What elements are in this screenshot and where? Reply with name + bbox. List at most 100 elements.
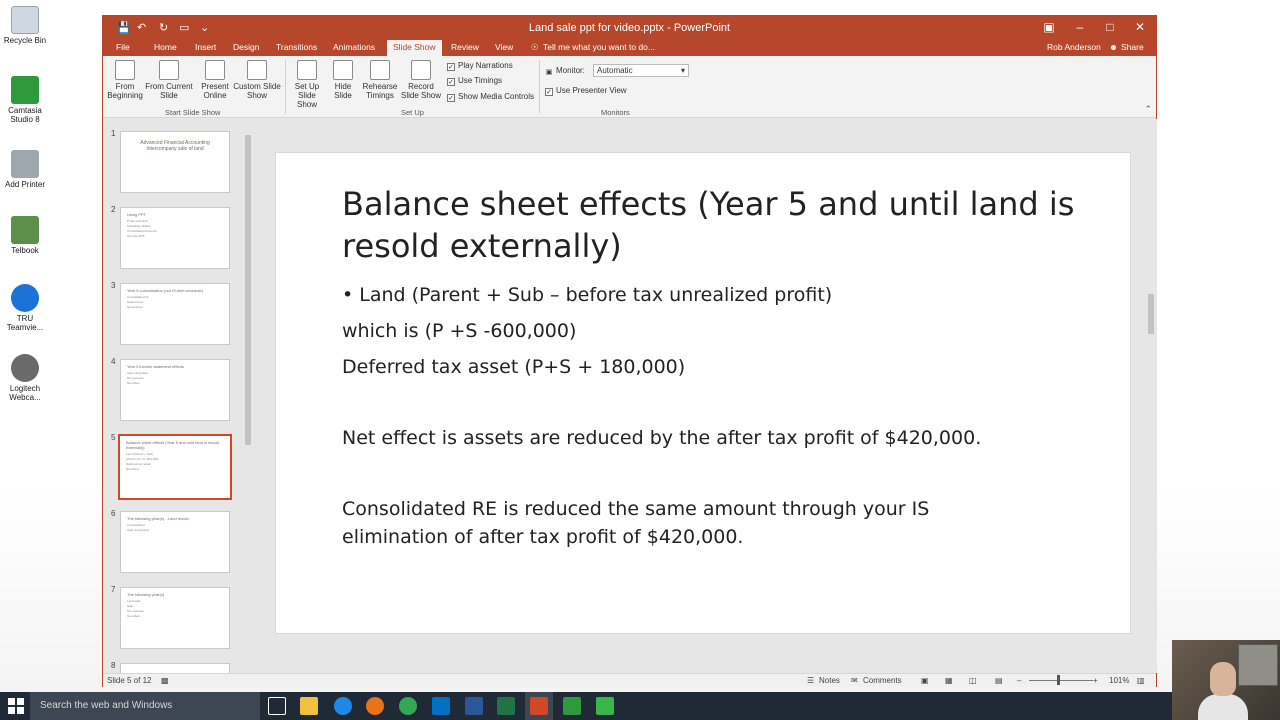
slide-thumbnail-5-selected[interactable]: Balance sheet effects (Year 5 and until … <box>118 434 232 500</box>
collapse-ribbon-icon[interactable]: ⌃ <box>1144 104 1152 115</box>
thumb-line: Consolidated <box>127 523 145 527</box>
edge-icon[interactable] <box>334 697 352 715</box>
tab-insert[interactable]: Insert <box>195 42 216 52</box>
slide-scrollbar[interactable] <box>1145 119 1157 673</box>
checkmark-icon: ✓ <box>447 63 455 71</box>
thumbnail-scrollbar-thumb[interactable] <box>245 135 251 445</box>
thumb-line: Net amount <box>127 305 143 309</box>
slide-thumbnail-6[interactable]: The following year(s) - Land resold Cons… <box>120 511 230 573</box>
excel-icon[interactable] <box>497 697 515 715</box>
slide-line-elimination[interactable]: elimination of after tax profit of $420,… <box>342 526 743 548</box>
set-up-slide-show-button[interactable]: Set Up Slide Show <box>287 60 327 109</box>
show-media-controls-checkbox[interactable]: ✓ Show Media Controls <box>447 92 534 102</box>
monitors-group-title: Monitors <box>601 108 630 117</box>
outlook-icon[interactable] <box>432 697 450 715</box>
zoom-slider[interactable] <box>1029 680 1093 681</box>
task-view-icon[interactable] <box>268 697 286 715</box>
current-slide[interactable]: Balance sheet effects (Year 5 and until … <box>276 153 1130 633</box>
present-online-button[interactable]: Present Online <box>197 60 233 100</box>
tab-review[interactable]: Review <box>451 42 479 52</box>
thumb-title: Balance sheet effects (Year 5 and until … <box>126 440 219 450</box>
slide-thumbnail-7[interactable]: The following year(s) Land sold Gain Tax… <box>120 587 230 649</box>
slide-scrollbar-thumb[interactable] <box>1148 294 1154 334</box>
reading-view-icon[interactable]: ◫ <box>969 676 977 685</box>
firefox-icon[interactable] <box>366 697 384 715</box>
hide-slide-button[interactable]: Hide Slide <box>329 60 357 100</box>
thumb-line: Land sold <box>127 599 141 603</box>
camtasia-icon[interactable]: Camtasia Studio 8 <box>2 76 48 124</box>
telbook-icon[interactable]: Telbook <box>2 216 48 255</box>
minimize-icon[interactable]: – <box>1071 20 1089 34</box>
close-icon[interactable]: ✕ <box>1131 20 1149 34</box>
slide-show-icon[interactable]: ▤ <box>995 676 1003 685</box>
slide-thumbnail-8[interactable] <box>120 663 230 673</box>
recycle-bin-icon[interactable]: Recycle Bin <box>2 6 48 45</box>
rehearse-timings-button[interactable]: Rehearse Timings <box>361 60 399 100</box>
chrome-icon[interactable] <box>399 697 417 715</box>
use-presenter-view-checkbox[interactable]: ✓ Use Presenter View <box>545 86 627 96</box>
normal-view-icon[interactable]: ▣ <box>921 676 929 685</box>
zoom-in-icon[interactable]: + <box>1093 676 1098 685</box>
teamviewer-icon[interactable]: TRU Teamvie... <box>2 284 48 332</box>
tab-design[interactable]: Design <box>233 42 259 52</box>
tab-file[interactable]: File <box>116 42 130 52</box>
slide-bullet-land[interactable]: • Land (Parent + Sub – before tax unreal… <box>342 284 832 306</box>
monitor-icon: ▣ <box>545 69 553 76</box>
tab-view[interactable]: View <box>495 42 513 52</box>
use-timings-checkbox[interactable]: ✓ Use Timings <box>447 76 502 86</box>
powerpoint-icon[interactable] <box>530 697 548 715</box>
word-icon[interactable] <box>465 697 483 715</box>
zoom-out-icon[interactable]: – <box>1017 676 1021 685</box>
camtasia-label: Camtasia Studio 8 <box>8 106 42 124</box>
use-timings-label: Use Timings <box>458 76 503 85</box>
from-beginning-button[interactable]: From Beginning <box>105 60 145 100</box>
slide-thumbnail-2[interactable]: Using PPT P has sold land Subsidiary dol… <box>120 207 230 269</box>
slide-line-which-is[interactable]: which is (P +S -600,000) <box>342 320 576 342</box>
ribbon-display-icon[interactable]: ▣ <box>1040 20 1058 34</box>
windows-start-icon[interactable] <box>8 698 24 714</box>
slide-thumbnail-4[interactable]: Year 5 income statement effects Gain eli… <box>120 359 230 421</box>
slide-line-consolidated-re[interactable]: Consolidated RE is reduced the same amou… <box>342 498 929 520</box>
use-presenter-view-label: Use Presenter View <box>556 86 627 95</box>
slide-line-deferred-tax[interactable]: Deferred tax asset (P+S + 180,000) <box>342 356 685 378</box>
maximize-icon[interactable]: □ <box>1101 20 1119 34</box>
monitor-select[interactable]: Automatic ▾ <box>593 64 689 77</box>
zoom-level[interactable]: 101% <box>1109 676 1129 685</box>
thumbnail-scrollbar[interactable] <box>243 123 253 673</box>
checkmark-icon: ✓ <box>447 78 455 86</box>
slide-line-net-effect[interactable]: Net effect is assets are reduced by the … <box>342 427 981 449</box>
file-explorer-icon[interactable] <box>300 697 318 715</box>
slide-thumbnail-1[interactable]: Advanced Financial Accounting Intercompa… <box>120 131 230 193</box>
taskbar-search-box[interactable]: Search the web and Windows <box>30 692 260 720</box>
custom-slide-show-button[interactable]: Custom Slide Show <box>233 60 281 100</box>
tab-home[interactable]: Home <box>154 42 177 52</box>
play-narrations-checkbox[interactable]: ✓ Play Narrations <box>447 61 513 71</box>
start-slide-show-group-label: Start Slide Show <box>165 108 221 117</box>
record-slide-show-button[interactable]: Record Slide Show <box>399 60 443 100</box>
from-beginning-icon <box>115 60 135 80</box>
add-printer-icon[interactable]: Add Printer <box>2 150 48 189</box>
share-button[interactable]: Share <box>1121 42 1144 52</box>
present-online-icon <box>205 60 225 80</box>
tell-me-box[interactable]: Tell me what you want to do... <box>543 42 655 52</box>
comments-button[interactable]: Comments <box>863 676 902 685</box>
tab-transitions[interactable]: Transitions <box>276 42 317 52</box>
notes-button[interactable]: Notes <box>819 676 840 685</box>
fit-slide-icon[interactable]: ▥ <box>1137 676 1145 685</box>
thumb-title: Year 5 income statement effects <box>127 364 184 369</box>
slide-title[interactable]: Balance sheet effects (Year 5 and until … <box>342 183 1082 267</box>
camtasia-taskbar-icon[interactable] <box>563 697 581 715</box>
slide-sorter-icon[interactable]: ▦ <box>945 676 953 685</box>
user-name[interactable]: Rob Anderson <box>1047 42 1101 52</box>
slide-thumbnail-3[interactable]: Year 5 consolidation (not IS-elim schedu… <box>120 283 230 345</box>
logitech-webcam-icon[interactable]: Logitech Webca... <box>2 354 48 402</box>
tab-slide-show[interactable]: Slide Show <box>387 40 442 56</box>
camtasia-recorder-icon[interactable] <box>596 697 614 715</box>
zoom-slider-thumb[interactable] <box>1057 675 1060 685</box>
add-printer-label: Add Printer <box>4 180 46 189</box>
from-current-slide-button[interactable]: From Current Slide <box>145 60 193 100</box>
hide-slide-icon <box>333 60 353 80</box>
present-online-label: Present Online <box>201 82 229 100</box>
tab-animations[interactable]: Animations <box>333 42 375 52</box>
spellcheck-icon[interactable]: ▩ <box>161 676 169 685</box>
